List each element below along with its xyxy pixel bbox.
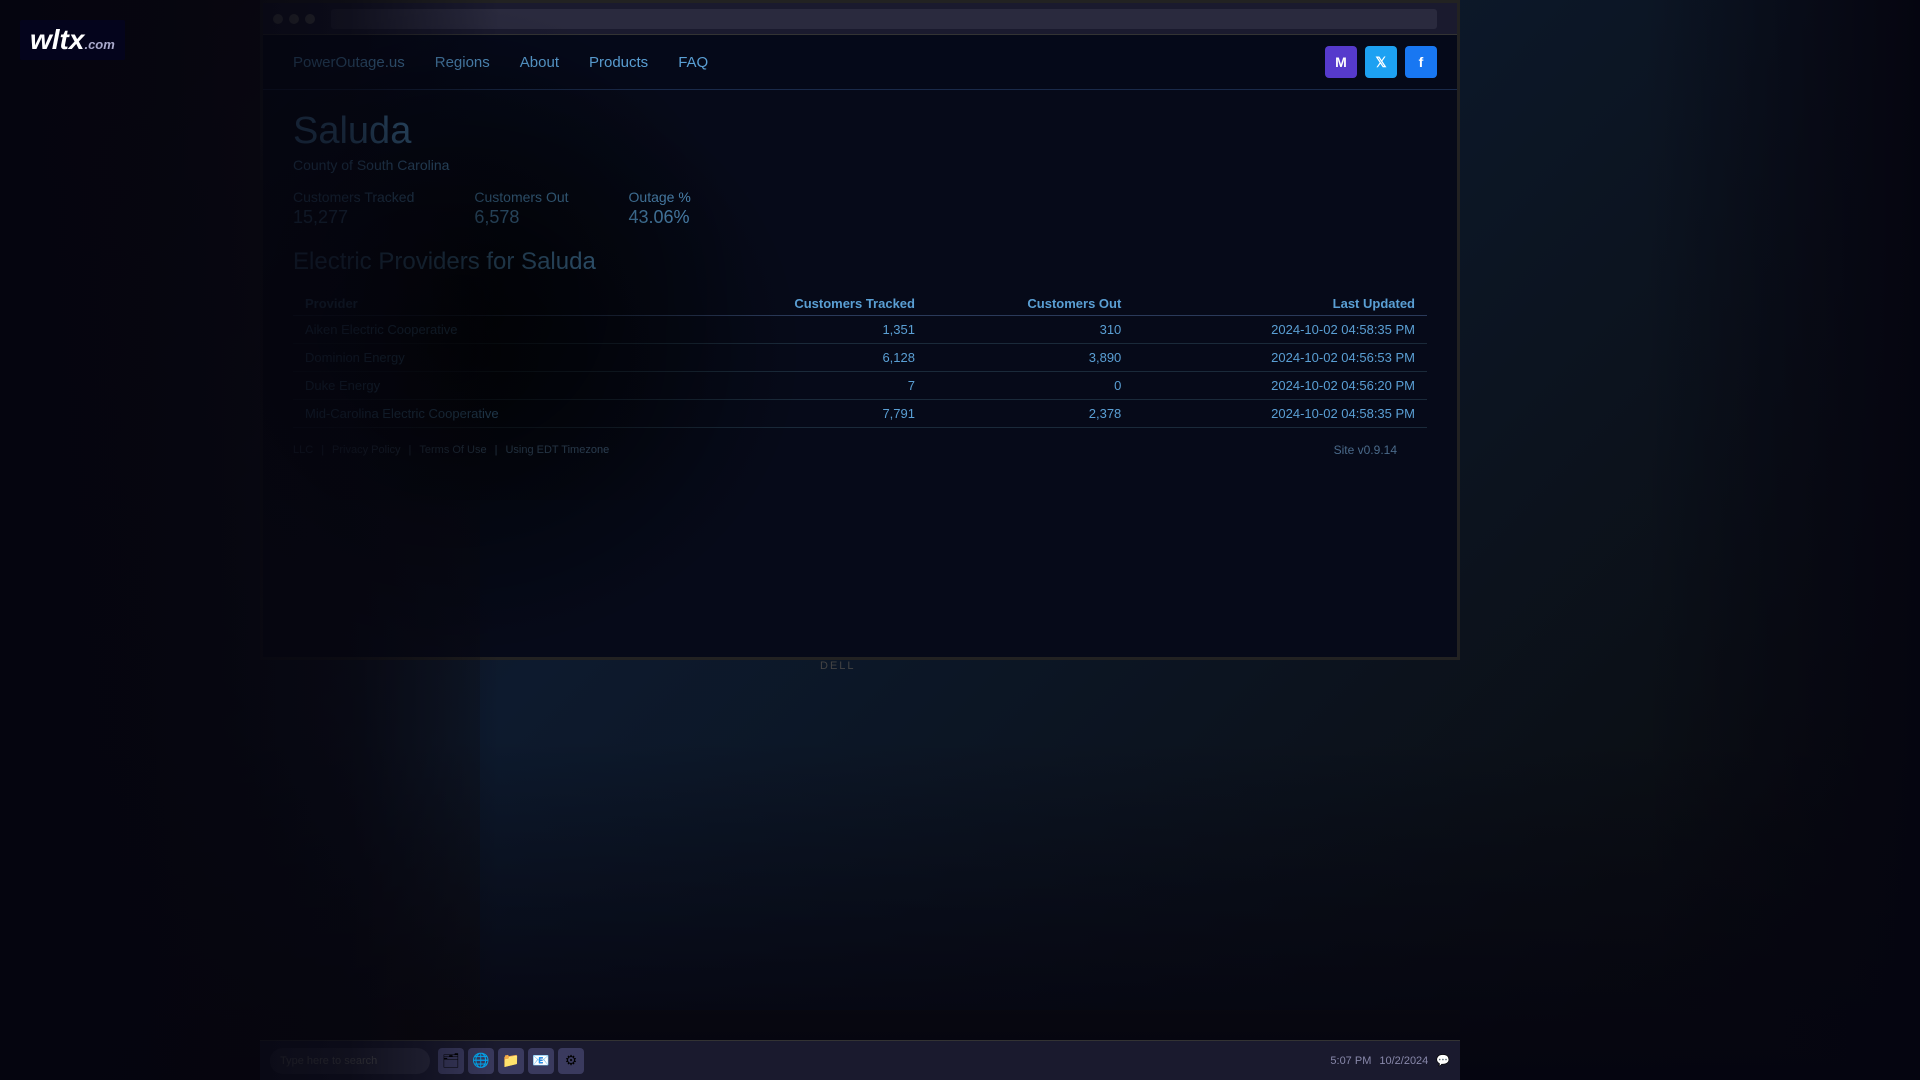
nav-about[interactable]: About xyxy=(520,54,559,71)
facebook-icon[interactable]: f xyxy=(1405,46,1437,78)
cell-tracked-0: 1,351 xyxy=(674,316,927,344)
cell-tracked-3: 7,791 xyxy=(674,400,927,428)
taskbar-icon-4[interactable]: 📧 xyxy=(528,1048,554,1074)
taskbar-time: 5:07 PM xyxy=(1330,1055,1371,1067)
social-icons: M 𝕏 f xyxy=(1325,46,1437,78)
cell-tracked-2: 7 xyxy=(674,372,927,400)
mastodon-icon[interactable]: M xyxy=(1325,46,1357,78)
nav-faq[interactable]: FAQ xyxy=(678,54,708,71)
station-logo-text: wltx.com xyxy=(30,24,115,55)
col-header-updated: Last Updated xyxy=(1133,292,1427,316)
cell-out-3: 2,378 xyxy=(927,400,1133,428)
cell-out-1: 3,890 xyxy=(927,344,1133,372)
station-logo: wltx.com xyxy=(20,20,125,60)
twitter-icon[interactable]: 𝕏 xyxy=(1365,46,1397,78)
taskbar-date: 10/2/2024 xyxy=(1379,1055,1428,1067)
stat-outage-pct: Outage % 43.06% xyxy=(629,189,691,228)
taskbar-right-area: 5:07 PM 10/2/2024 💬 xyxy=(1330,1054,1450,1067)
stat-outage-pct-value: 43.06% xyxy=(629,207,691,228)
col-header-out: Customers Out xyxy=(927,292,1133,316)
cell-updated-3: 2024-10-02 04:58:35 PM xyxy=(1133,400,1427,428)
nav-products[interactable]: Products xyxy=(589,54,648,71)
cell-tracked-1: 6,128 xyxy=(674,344,927,372)
stat-outage-pct-label: Outage % xyxy=(629,189,691,205)
dell-logo: DELL xyxy=(820,660,856,672)
cell-updated-0: 2024-10-02 04:58:35 PM xyxy=(1133,316,1427,344)
cell-updated-1: 2024-10-02 04:56:53 PM xyxy=(1133,344,1427,372)
taskbar-icon-5[interactable]: ⚙ xyxy=(558,1048,584,1074)
footer-timezone: Using EDT Timezone xyxy=(505,444,609,456)
site-version: Site v0.9.14 xyxy=(1334,443,1397,457)
cell-updated-2: 2024-10-02 04:56:20 PM xyxy=(1133,372,1427,400)
cell-out-0: 310 xyxy=(927,316,1133,344)
presenter-overlay xyxy=(0,0,500,1080)
taskbar-notification-icon[interactable]: 💬 xyxy=(1436,1054,1450,1067)
col-header-tracked: Customers Tracked xyxy=(674,292,927,316)
studio-right-panel xyxy=(1460,0,1920,1080)
taskbar-icon-3[interactable]: 📁 xyxy=(498,1048,524,1074)
cell-out-2: 0 xyxy=(927,372,1133,400)
